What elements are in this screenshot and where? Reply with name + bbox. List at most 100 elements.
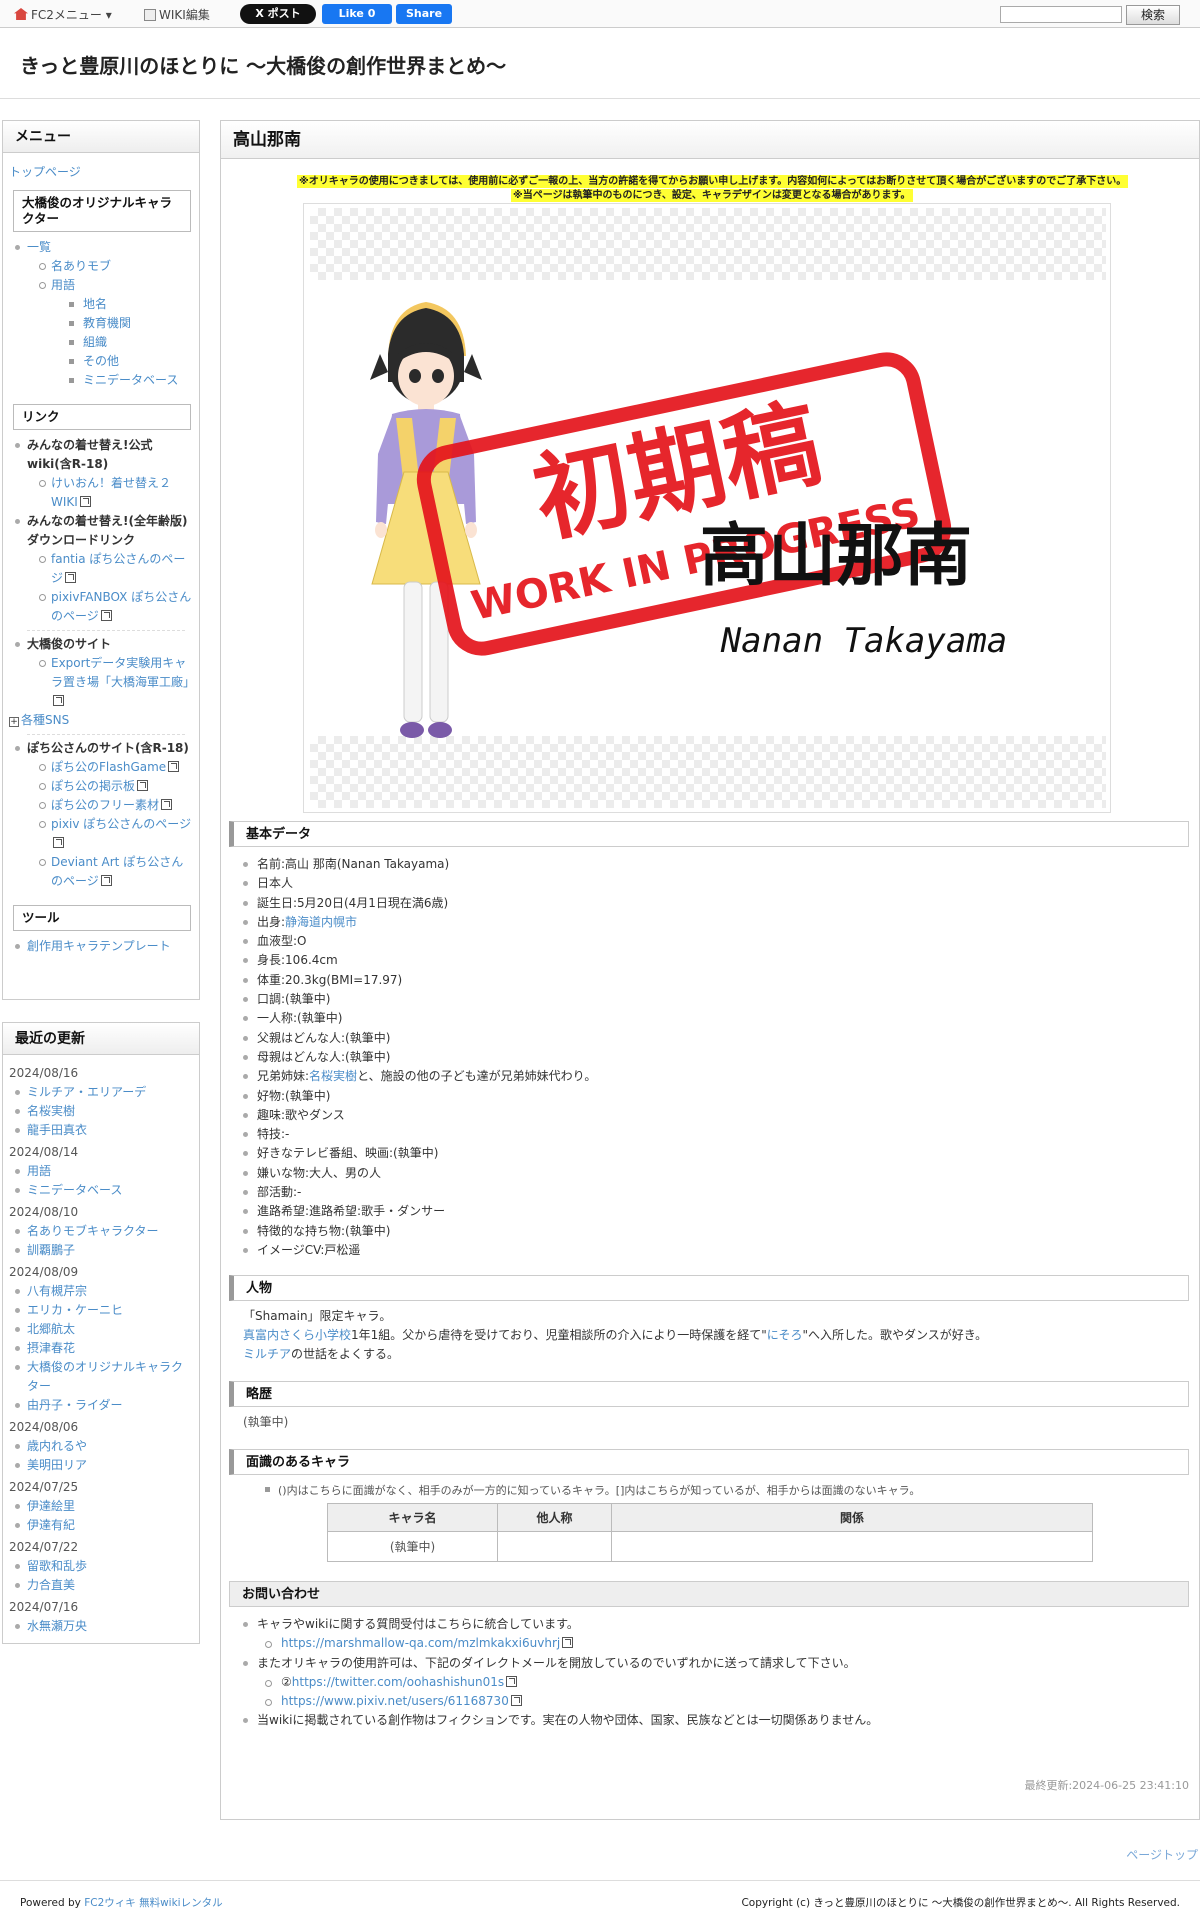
recent-item-link[interactable]: 名桜実樹 (27, 1104, 75, 1118)
person-text: 「Shamain」限定キャラ。 真富内さくら小学校1年1組。父から虐待を受けてお… (243, 1309, 988, 1361)
recent-item: 北郷航太 (9, 1320, 193, 1339)
recent-item: 歳内れるや (9, 1437, 193, 1456)
menu-item-list[interactable]: 一覧 (27, 240, 51, 254)
recent-item: 龍手田真衣 (9, 1121, 193, 1140)
external-link-icon (510, 1695, 522, 1707)
recent-item-link[interactable]: 訓覇鵬子 (27, 1243, 75, 1257)
external-link-icon (100, 610, 112, 621)
external-link-icon (53, 695, 64, 706)
copyright: Copyright (c) きっと豊原川のほとりに 〜大橋俊の創作世界まとめ〜.… (741, 1897, 1180, 1909)
link-pochi-deviant[interactable]: Deviant Art ぽち公さんのページ (51, 855, 183, 888)
pixiv-link[interactable]: https://www.pixiv.net/users/61168730 (281, 1694, 509, 1708)
character-image: 初期稿 WORK IN PROGRESS 高山那南 Nanan Takayama (303, 203, 1111, 813)
home-icon (14, 8, 28, 20)
expand-icon[interactable]: + (9, 717, 19, 727)
recent-item-link[interactable]: 龍手田真衣 (27, 1123, 87, 1137)
contact-item: 当wikiに掲載されている創作物はフィクションです。実在の人物や団体、国家、民族… (243, 1711, 1163, 1730)
facebook-like-button[interactable]: Like 0 (322, 4, 392, 24)
link-group-kisekae: みんなの着せ替え!公式wiki(含R-18) (9, 436, 193, 474)
link-sns[interactable]: 各種SNS (21, 713, 69, 727)
link-fanbox[interactable]: pixivFANBOX ぽち公さんのページ (51, 590, 191, 623)
link-pochi-pixiv[interactable]: pixiv ぽち公さんのページ (51, 817, 191, 831)
link-chara-template[interactable]: 創作用キャラテンプレート (27, 939, 171, 953)
recent-item-link[interactable]: 大橋俊のオリジナルキャラクター (27, 1360, 183, 1393)
data-item: 特技:- (243, 1125, 1163, 1144)
recent-item: 美明田リア (9, 1456, 193, 1475)
recent-item-link[interactable]: 歳内れるや (27, 1439, 87, 1453)
twitter-link[interactable]: https://twitter.com/oohashishun01s (292, 1675, 504, 1689)
search-input[interactable] (1000, 6, 1122, 23)
last-updated: 最終更新:2024-06-25 23:41:10 (1024, 1779, 1189, 1792)
fc2-menu[interactable]: FC2メニュー ▾ (14, 6, 112, 23)
page-title: 高山那南 (221, 121, 1199, 159)
recent-item: 用語 (9, 1162, 193, 1181)
menu-top-page[interactable]: トップページ (9, 165, 81, 179)
menu-item-organizations[interactable]: 組織 (83, 335, 107, 349)
recent-item-link[interactable]: 八有槻芹宗 (27, 1284, 87, 1298)
friend-link[interactable]: ミルチア (243, 1347, 291, 1361)
contact-subitem: https://www.pixiv.net/users/61168730 (243, 1692, 1163, 1711)
recent-list: 2024/08/16 ミルチア・エリアーデ 名桜実樹 龍手田真衣 2024/08/14 用… (3, 1055, 199, 1644)
recent-item-link[interactable]: 北郷航太 (27, 1322, 75, 1336)
recent-item-link[interactable]: 由丹子・ライダー (27, 1398, 123, 1412)
facebook-share-button[interactable]: Share (396, 4, 452, 24)
recent-item-link[interactable]: 留歌和乱歩 (27, 1559, 87, 1573)
x-post-button[interactable]: X ポスト (240, 4, 316, 24)
recent-item: ミルチア・エリアーデ (9, 1083, 193, 1102)
header-divider (0, 98, 1200, 99)
facility-link[interactable]: にそろ (767, 1328, 803, 1342)
link-pochi-free[interactable]: ぽち公のフリー素材 (51, 798, 159, 812)
link-export-data[interactable]: Exportデータ実験用キャラ置き場「大橋海軍工廠」 (51, 656, 195, 689)
menu-item-terms[interactable]: 用語 (51, 278, 75, 292)
page-top-link[interactable]: ページトップ (1126, 1846, 1198, 1863)
marshmallow-link[interactable]: https://marshmallow-qa.com/mzlmkakxi6uvh… (281, 1636, 560, 1650)
recent-item-link[interactable]: ミニデータベース (27, 1183, 122, 1197)
cell-nickname (497, 1531, 612, 1562)
data-item: 名前:高山 那南(Nanan Takayama) (243, 855, 1163, 874)
link-pochi-flash[interactable]: ぽち公のFlashGame (51, 760, 166, 774)
external-link-icon (100, 875, 112, 886)
data-item: 部活動:- (243, 1183, 1163, 1202)
sibling-link[interactable]: 名桜実樹 (309, 1069, 357, 1083)
school-link[interactable]: 真富内さくら小学校 (243, 1328, 351, 1342)
recent-item-link[interactable]: 水無瀬万央 (27, 1619, 87, 1633)
recent-item-link[interactable]: エリカ・ケーニヒ (27, 1303, 123, 1317)
recent-item-link[interactable]: 名ありモブキャラクター (27, 1224, 159, 1238)
recent-item-link[interactable]: 美明田リア (27, 1458, 87, 1472)
birthplace-link[interactable]: 静海道内幌市 (285, 915, 357, 929)
sidebar-menu: メニュー トップページ 大橋俊のオリジナルキャラクター 一覧 名ありモブ 用語 … (2, 120, 200, 1000)
menu-item-schools[interactable]: 教育機関 (83, 316, 131, 330)
site-title[interactable]: きっと豊原川のほとりに 〜大橋俊の創作世界まとめ〜 (20, 50, 506, 79)
menu-heading: メニュー (3, 121, 199, 153)
wiki-edit-link[interactable]: WIKI編集 (144, 6, 210, 23)
menu-item-mini-database[interactable]: ミニデータベース (83, 373, 178, 387)
edit-icon (144, 9, 156, 21)
recent-item-link[interactable]: 伊達絵里 (27, 1499, 75, 1513)
recent-item-link[interactable]: 力合直美 (27, 1578, 75, 1592)
recent-item-link[interactable]: 用語 (27, 1164, 51, 1178)
menu-item-place-names[interactable]: 地名 (83, 297, 107, 311)
data-item: 好物:(執筆中) (243, 1087, 1163, 1106)
fc2wiki-link[interactable]: FC2ウィキ 無料wikiレンタル (84, 1897, 222, 1909)
col-header-name: キャラ名 (327, 1503, 498, 1532)
contact-list: キャラやwikiに関する質問受付はこちらに統合しています。 https://ma… (243, 1615, 1163, 1731)
search-button[interactable]: 検索 (1126, 5, 1180, 25)
section-acquaintances: 面識のあるキャラ (229, 1449, 1189, 1475)
data-item: 誕生日:5月20日(4月1日現在満6歳) (243, 894, 1163, 913)
external-link-icon (562, 1637, 574, 1649)
recent-date: 2024/07/16 (9, 1600, 79, 1614)
recent-item-link[interactable]: ミルチア・エリアーデ (27, 1085, 146, 1099)
menu-item-other[interactable]: その他 (83, 354, 119, 368)
recent-item: 名桜実樹 (9, 1102, 193, 1121)
menu-link-heading: リンク (13, 404, 191, 430)
col-header-relation: 関係 (611, 1503, 1093, 1532)
data-item-siblings: 兄弟姉妹:名桜実樹と、施設の他の子ども達が兄弟姉妹代わり。 (243, 1067, 1163, 1086)
recent-item-link[interactable]: 摂津春花 (27, 1341, 75, 1355)
recent-item: 留歌和乱歩 (9, 1557, 193, 1576)
menu-item-named-mob[interactable]: 名ありモブ (51, 259, 111, 273)
recent-item-link[interactable]: 伊達有紀 (27, 1518, 75, 1532)
external-link-icon (137, 780, 149, 791)
cell-relation (611, 1531, 1093, 1562)
link-keion-wiki[interactable]: けいおん！着せ替え２WIKI (51, 476, 171, 509)
link-pochi-bbs[interactable]: ぽち公の掲示板 (51, 779, 135, 793)
